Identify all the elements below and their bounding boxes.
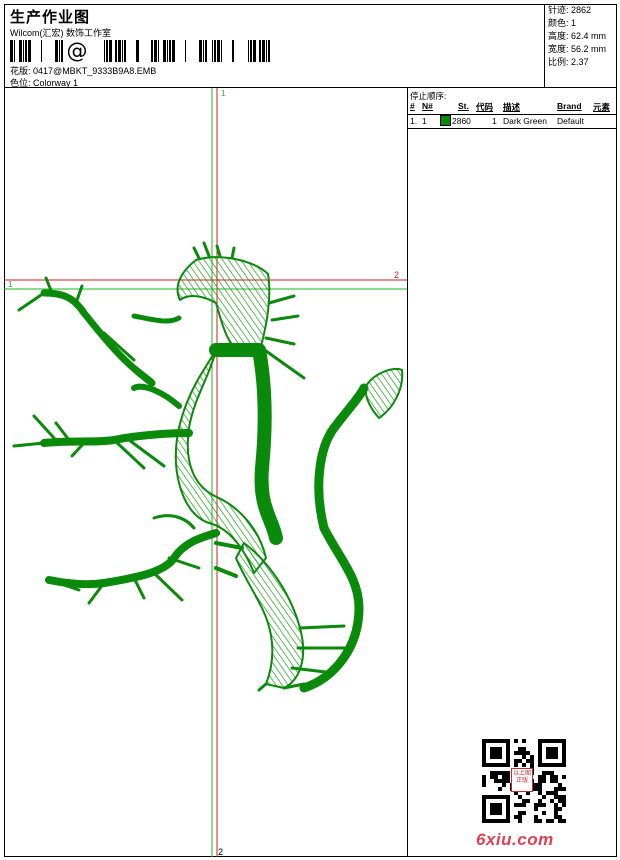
design-width: 宽度: 56.2 mm [548,44,607,54]
col-code: 代码 [476,102,494,112]
col-element: 元素 [593,102,611,112]
col-n: N# [422,101,433,111]
stitch-count: 针迹: 2862 [548,5,592,15]
guide-label-h1: 1 [8,280,13,289]
col-stitches: St. [458,101,469,111]
design-value: 0417@MBKT_9333B9A8.EMB [33,66,157,76]
page-title: 生产作业图 [10,9,91,26]
design-scale: 比例: 2.37 [548,57,589,67]
stop-sequence-panel: 停止顺序: # N# St. 代码 描述 Brand 元素 1. 1 2860 … [408,88,617,857]
color-count: 颜色: 1 [548,18,577,28]
row-stitches: 2860 [452,116,471,126]
dragon-artwork: 1 2 1 2 [4,88,407,857]
row-n: 1 [422,116,427,126]
colorway-value: Colorway 1 [33,78,79,88]
thread-color-swatch [440,115,451,126]
row-divider [408,128,617,129]
barcode: @ [10,40,270,62]
svg-text:@: @ [67,40,88,62]
row-index: 1. [410,116,418,126]
row-code: 1 [492,116,497,126]
stats-panel: 针迹: 2862 颜色: 1 高度: 62.4 mm 宽度: 56.2 mm 比… [545,4,617,88]
row-description: Dark Green [503,116,547,126]
design-canvas: 1 2 1 2 [4,88,408,857]
guide-label-v2: 2 [218,847,223,857]
guide-label-h2: 2 [394,270,399,280]
watermark-logo: 6xiu.com [476,830,554,849]
design-label: 花版: [10,66,31,76]
header-panel: 生产作业图 Wilcom(汇宏) 数饰工作室 @ 花版: 0417@MBKT_9… [4,4,545,88]
col-brand: Brand [557,101,582,111]
studio-subtitle: Wilcom(汇宏) 数饰工作室 [10,28,111,38]
col-description: 描述 [503,102,521,112]
col-index: # [410,101,415,111]
row-brand: Default [557,116,584,126]
seal-stamp: 以上图 正版 [511,768,533,792]
colorway-label: 色位: [10,78,31,88]
guide-label-v1: 1 [221,89,226,98]
design-height: 高度: 62.4 mm [548,31,607,41]
